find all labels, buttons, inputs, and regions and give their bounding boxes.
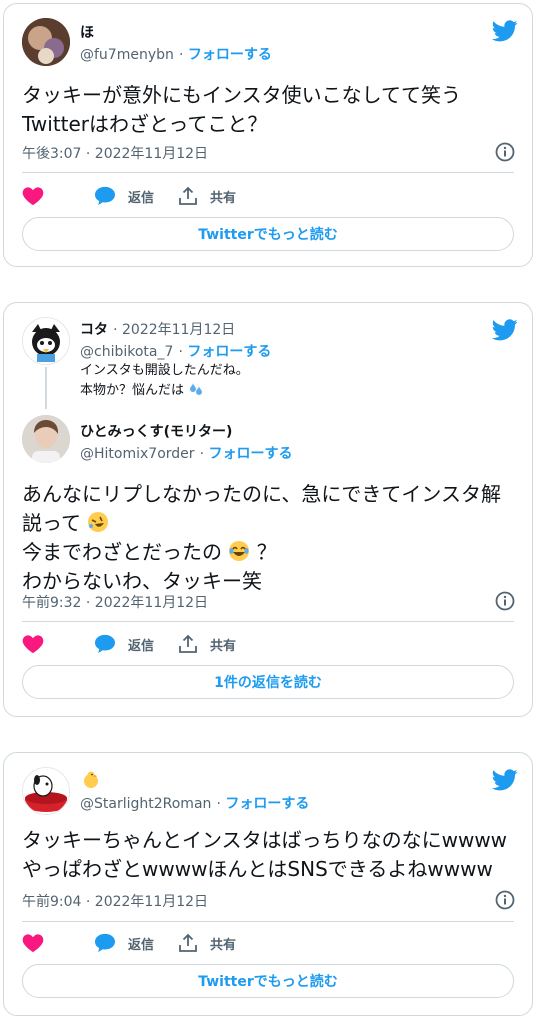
tweet-card-2: コタ · 2022年11月12日 @chibikota_7 · フォローする イ… bbox=[3, 302, 533, 717]
tweet-text-line-3: 今までわざとだったの ？ bbox=[22, 538, 277, 567]
handle-row: @Starlight2Roman · フォローする bbox=[80, 793, 309, 813]
parent-text-line-2: 本物か？悩んだは bbox=[80, 381, 204, 400]
tweet-card-1: ほ @fu7menybn · フォローする タッキーが意外にもインスタ使いこなし… bbox=[3, 3, 533, 267]
share-button[interactable]: 共有 bbox=[178, 634, 236, 654]
twitter-bird-icon[interactable] bbox=[492, 20, 518, 42]
joy-emoji-icon bbox=[229, 541, 250, 561]
heart-icon bbox=[22, 187, 44, 206]
tweet-text-span: 今までわざとだったの bbox=[22, 540, 222, 564]
avatar[interactable] bbox=[22, 18, 70, 66]
avatar[interactable] bbox=[22, 767, 70, 815]
info-icon[interactable] bbox=[495, 890, 515, 910]
timestamp[interactable]: 午前9:04 · 2022年11月12日 bbox=[22, 891, 208, 911]
sweat-emoji-icon bbox=[190, 383, 203, 395]
heart-icon bbox=[22, 934, 44, 953]
avatar[interactable] bbox=[22, 317, 70, 365]
thread-connector bbox=[45, 367, 47, 409]
parent-handle-row: @chibikota_7 · フォローする bbox=[80, 341, 271, 361]
reply-label: 返信 bbox=[128, 638, 155, 654]
reply-button[interactable]: 返信 bbox=[94, 186, 154, 206]
tweet-text-line-2: 説って bbox=[22, 509, 109, 538]
divider bbox=[22, 621, 514, 622]
share-label: 共有 bbox=[210, 937, 237, 953]
tweet-card-3: @Starlight2Roman · フォローする タッキーちゃんとインスタはば… bbox=[3, 752, 533, 1016]
info-icon[interactable] bbox=[495, 591, 515, 611]
reply-bubble-icon bbox=[95, 186, 115, 206]
follow-link[interactable]: フォローする bbox=[225, 796, 309, 812]
info-icon[interactable] bbox=[495, 142, 515, 162]
reply-button[interactable]: 返信 bbox=[94, 933, 154, 953]
heart-icon bbox=[22, 635, 44, 654]
action-bar: 返信 共有 bbox=[22, 186, 260, 206]
follow-link[interactable]: フォローする bbox=[209, 446, 293, 462]
parent-header: コタ · 2022年11月12日 bbox=[80, 319, 235, 339]
share-icon bbox=[179, 634, 197, 653]
tweet-text-span: 説って bbox=[22, 511, 81, 535]
tweet-text-line: タッキーちゃんとインスタはばっちりなのなにwwww bbox=[22, 828, 508, 852]
timestamp[interactable]: 午後3:07 · 2022年11月12日 bbox=[22, 143, 208, 163]
divider bbox=[22, 172, 514, 173]
reply-button[interactable]: 返信 bbox=[94, 634, 154, 654]
action-bar: 返信 共有 bbox=[22, 933, 260, 953]
share-button[interactable]: 共有 bbox=[178, 933, 236, 953]
share-label: 共有 bbox=[210, 190, 237, 206]
reply-label: 返信 bbox=[128, 937, 155, 953]
tweet-text-line: タッキーが意外にもインスタ使いこなしてて笑う bbox=[22, 83, 461, 107]
reply-bubble-icon bbox=[95, 933, 115, 953]
parent-text-span: 本物か？悩んだは bbox=[80, 383, 185, 398]
parent-date[interactable]: 2022年11月12日 bbox=[122, 322, 235, 338]
parent-text-line: インスタも開設したんだね。 bbox=[80, 363, 249, 378]
like-button[interactable] bbox=[22, 933, 56, 953]
share-icon bbox=[179, 933, 197, 952]
tweet-text-line: あんなにリプしなかったのに、急にできてインスタ解 bbox=[22, 482, 501, 506]
like-button[interactable] bbox=[22, 634, 56, 654]
parent-author-name[interactable]: コタ bbox=[80, 322, 108, 338]
separator-dot: · bbox=[178, 47, 188, 63]
rofl-emoji-icon bbox=[88, 512, 109, 532]
read-replies-button[interactable]: 1件の返信を読む bbox=[22, 665, 514, 699]
share-label: 共有 bbox=[210, 638, 237, 654]
tweet-text-line: Twitterはわざとってこと？ bbox=[22, 112, 268, 136]
reply-bubble-icon bbox=[95, 634, 115, 654]
twitter-bird-icon[interactable] bbox=[492, 319, 518, 341]
author-handle[interactable]: @Hitomix7order bbox=[80, 446, 195, 462]
follow-link[interactable]: フォローする bbox=[188, 47, 272, 63]
twitter-bird-icon[interactable] bbox=[492, 769, 518, 791]
timestamp[interactable]: 午前9:32 · 2022年11月12日 bbox=[22, 592, 208, 612]
author-handle[interactable]: @fu7menybn bbox=[80, 47, 174, 63]
share-icon bbox=[179, 186, 197, 205]
tweet-text-span: ？ bbox=[256, 540, 277, 564]
like-button[interactable] bbox=[22, 186, 56, 206]
avatar[interactable] bbox=[22, 415, 70, 463]
action-bar: 返信 共有 bbox=[22, 634, 260, 654]
handle-row: @Hitomix7order · フォローする bbox=[80, 443, 293, 463]
separator-dot: · bbox=[199, 446, 209, 462]
separator-dot: · bbox=[113, 322, 122, 338]
parent-author-handle[interactable]: @chibikota_7 bbox=[80, 344, 173, 360]
author-name[interactable]: ひとみっくす(モリター) bbox=[80, 421, 232, 441]
read-more-button[interactable]: Twitterでもっと読む bbox=[22, 217, 514, 251]
read-more-button[interactable]: Twitterでもっと読む bbox=[22, 964, 514, 998]
parent-follow-link[interactable]: フォローする bbox=[187, 344, 271, 360]
handle-row: @fu7menybn · フォローする bbox=[80, 44, 272, 64]
author-name[interactable]: ほ bbox=[80, 22, 94, 42]
author-handle[interactable]: @Starlight2Roman bbox=[80, 796, 211, 812]
reply-label: 返信 bbox=[128, 190, 155, 206]
share-button[interactable]: 共有 bbox=[178, 186, 236, 206]
divider bbox=[22, 921, 514, 922]
tweet-text-line: やっぱわざとwwwwほんとはSNSできるよねwwww bbox=[22, 857, 493, 881]
chick-emoji-icon bbox=[84, 771, 98, 788]
